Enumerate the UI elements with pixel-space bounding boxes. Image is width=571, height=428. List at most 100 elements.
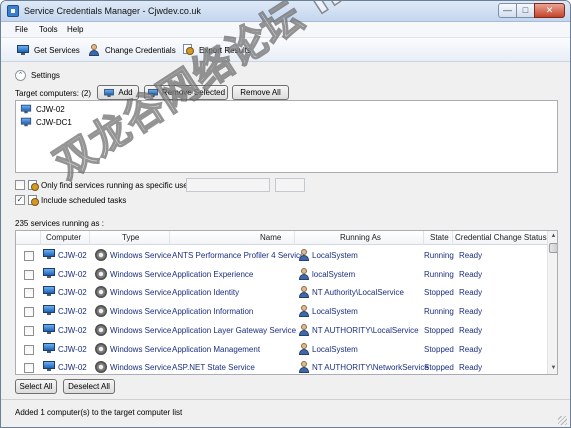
- row-status: Ready: [459, 288, 483, 298]
- row-running-as: NT AUTHORITY\LocalService: [312, 325, 419, 335]
- row-computer: CJW-02: [58, 363, 87, 373]
- minimize-button[interactable]: —: [498, 3, 517, 18]
- browse-user-button[interactable]: [275, 178, 305, 192]
- app-window: Service Credentials Manager - Cjwdev.co.…: [0, 0, 571, 428]
- select-all-label: Select All: [19, 382, 53, 391]
- monitor-icon: [20, 104, 32, 114]
- monitor-icon: [43, 361, 55, 372]
- row-status: Ready: [459, 363, 483, 373]
- toolbar: Get Services Change Credentials Export R…: [1, 38, 570, 62]
- column-header-type[interactable]: Type: [122, 233, 139, 242]
- scroll-up-arrow-icon[interactable]: ▲: [548, 231, 557, 242]
- row-computer: CJW-02: [58, 344, 87, 354]
- settings-label: Settings: [31, 71, 60, 80]
- only-find-label: Only find services running as specific u…: [41, 181, 193, 190]
- menu-tools[interactable]: Tools: [39, 25, 58, 34]
- user-icon: [298, 286, 310, 299]
- settings-expander[interactable]: ⌃ Settings: [15, 70, 60, 81]
- remove-selected-label: Remove Selected: [161, 88, 226, 97]
- gear-icon: [95, 249, 107, 261]
- add-button[interactable]: Add: [97, 85, 139, 100]
- resize-grip[interactable]: [558, 416, 567, 425]
- services-grid: Computer Type Name Running As State Cred…: [15, 230, 558, 375]
- column-header-name[interactable]: Name: [260, 233, 281, 242]
- column-header-computer[interactable]: Computer: [46, 233, 81, 242]
- table-row[interactable]: CJW-02 Windows Service Application Layer G…: [16, 321, 547, 340]
- monitor-icon: [43, 305, 55, 316]
- table-row[interactable]: CJW-02 Windows Service Application Informa…: [16, 302, 547, 321]
- list-item[interactable]: CJW-02: [20, 104, 65, 114]
- close-button[interactable]: ✕: [534, 3, 565, 18]
- row-computer: CJW-02: [58, 307, 87, 317]
- scroll-thumb[interactable]: [549, 243, 557, 253]
- remove-all-button[interactable]: Remove All: [232, 85, 289, 100]
- user-icon: [298, 267, 310, 280]
- menu-file[interactable]: File: [15, 25, 28, 34]
- status-text: Added 1 computer(s) to the target comput…: [15, 408, 183, 417]
- include-scheduled-checkbox[interactable]: ✓: [15, 195, 25, 205]
- row-name: Application Identity: [172, 288, 240, 298]
- list-item[interactable]: CJW-DC1: [20, 117, 72, 127]
- deselect-all-button[interactable]: Deselect All: [63, 379, 115, 394]
- column-header-state[interactable]: State: [430, 233, 449, 242]
- specific-user-input[interactable]: [186, 178, 270, 192]
- remove-all-label: Remove All: [240, 88, 281, 97]
- user-icon: [298, 249, 310, 261]
- row-checkbox[interactable]: [24, 363, 34, 374]
- menu-help[interactable]: Help: [67, 25, 83, 34]
- column-header-running-as[interactable]: Running As: [340, 233, 381, 242]
- row-state: Stopped: [424, 344, 454, 354]
- row-checkbox[interactable]: [24, 325, 34, 336]
- title-bar[interactable]: Service Credentials Manager - Cjwdev.co.…: [1, 1, 570, 22]
- table-row[interactable]: CJW-02 Windows Service ANTS Performance Pr…: [16, 246, 547, 265]
- computer-name: CJW-02: [36, 104, 65, 114]
- row-checkbox[interactable]: [24, 269, 34, 280]
- gear-icon: [95, 305, 107, 318]
- remove-selected-button[interactable]: Remove Selected: [144, 85, 228, 100]
- computer-name: CJW-DC1: [36, 117, 72, 127]
- row-running-as: LocalSystem: [312, 307, 358, 317]
- column-header-credential-status[interactable]: Credential Change Status: [455, 233, 547, 242]
- monitor-icon: [43, 286, 55, 297]
- monitor-icon: [104, 88, 115, 97]
- services-summary: 235 services running as :: [15, 219, 104, 228]
- row-state: Stopped: [424, 325, 454, 335]
- table-row[interactable]: CJW-02 Windows Service Application Identit…: [16, 283, 547, 302]
- monitor-icon: [148, 88, 158, 97]
- get-services-button[interactable]: Get Services: [16, 42, 80, 58]
- scroll-down-arrow-icon[interactable]: ▼: [548, 363, 557, 374]
- row-checkbox[interactable]: [24, 251, 34, 261]
- row-state: Stopped: [424, 363, 454, 373]
- gear-icon: [95, 267, 107, 280]
- row-name: Application Management: [172, 344, 261, 354]
- change-credentials-button[interactable]: Change Credentials: [87, 42, 176, 58]
- table-row[interactable]: CJW-02 Windows Service ASP.NET State Servi…: [16, 358, 547, 374]
- table-row[interactable]: CJW-02 Windows Service Application Experie…: [16, 265, 547, 284]
- monitor-icon: [43, 267, 55, 278]
- user-icon: [298, 342, 310, 355]
- row-status: Ready: [459, 251, 483, 260]
- row-checkbox[interactable]: [24, 344, 34, 355]
- target-computer-list[interactable]: CJW-02 CJW-DC1: [15, 100, 558, 173]
- row-checkbox[interactable]: [24, 288, 34, 299]
- row-checkbox[interactable]: [24, 307, 34, 318]
- monitor-icon: [16, 43, 30, 57]
- only-find-checkbox[interactable]: [15, 180, 25, 190]
- select-all-button[interactable]: Select All: [15, 379, 57, 394]
- gear-icon: [95, 342, 107, 355]
- change-credentials-label: Change Credentials: [105, 45, 176, 55]
- grid-vertical-scrollbar[interactable]: ▲ ▼: [547, 231, 557, 374]
- row-type: Windows Service: [110, 251, 172, 260]
- maximize-button[interactable]: □: [516, 3, 535, 18]
- row-name: ANTS Performance Profiler 4 Service: [172, 251, 305, 260]
- collapse-icon[interactable]: ⌃: [15, 70, 26, 81]
- row-status: Ready: [459, 269, 483, 279]
- row-computer: CJW-02: [58, 288, 87, 298]
- row-state: Running: [424, 251, 454, 260]
- row-name: Application Layer Gateway Service: [172, 325, 297, 335]
- table-row[interactable]: CJW-02 Windows Service Application Managem…: [16, 340, 547, 359]
- row-type: Windows Service: [110, 288, 172, 298]
- row-type: Windows Service: [110, 269, 172, 279]
- user-icon: [298, 305, 310, 318]
- export-results-button[interactable]: Export Results: [181, 42, 251, 58]
